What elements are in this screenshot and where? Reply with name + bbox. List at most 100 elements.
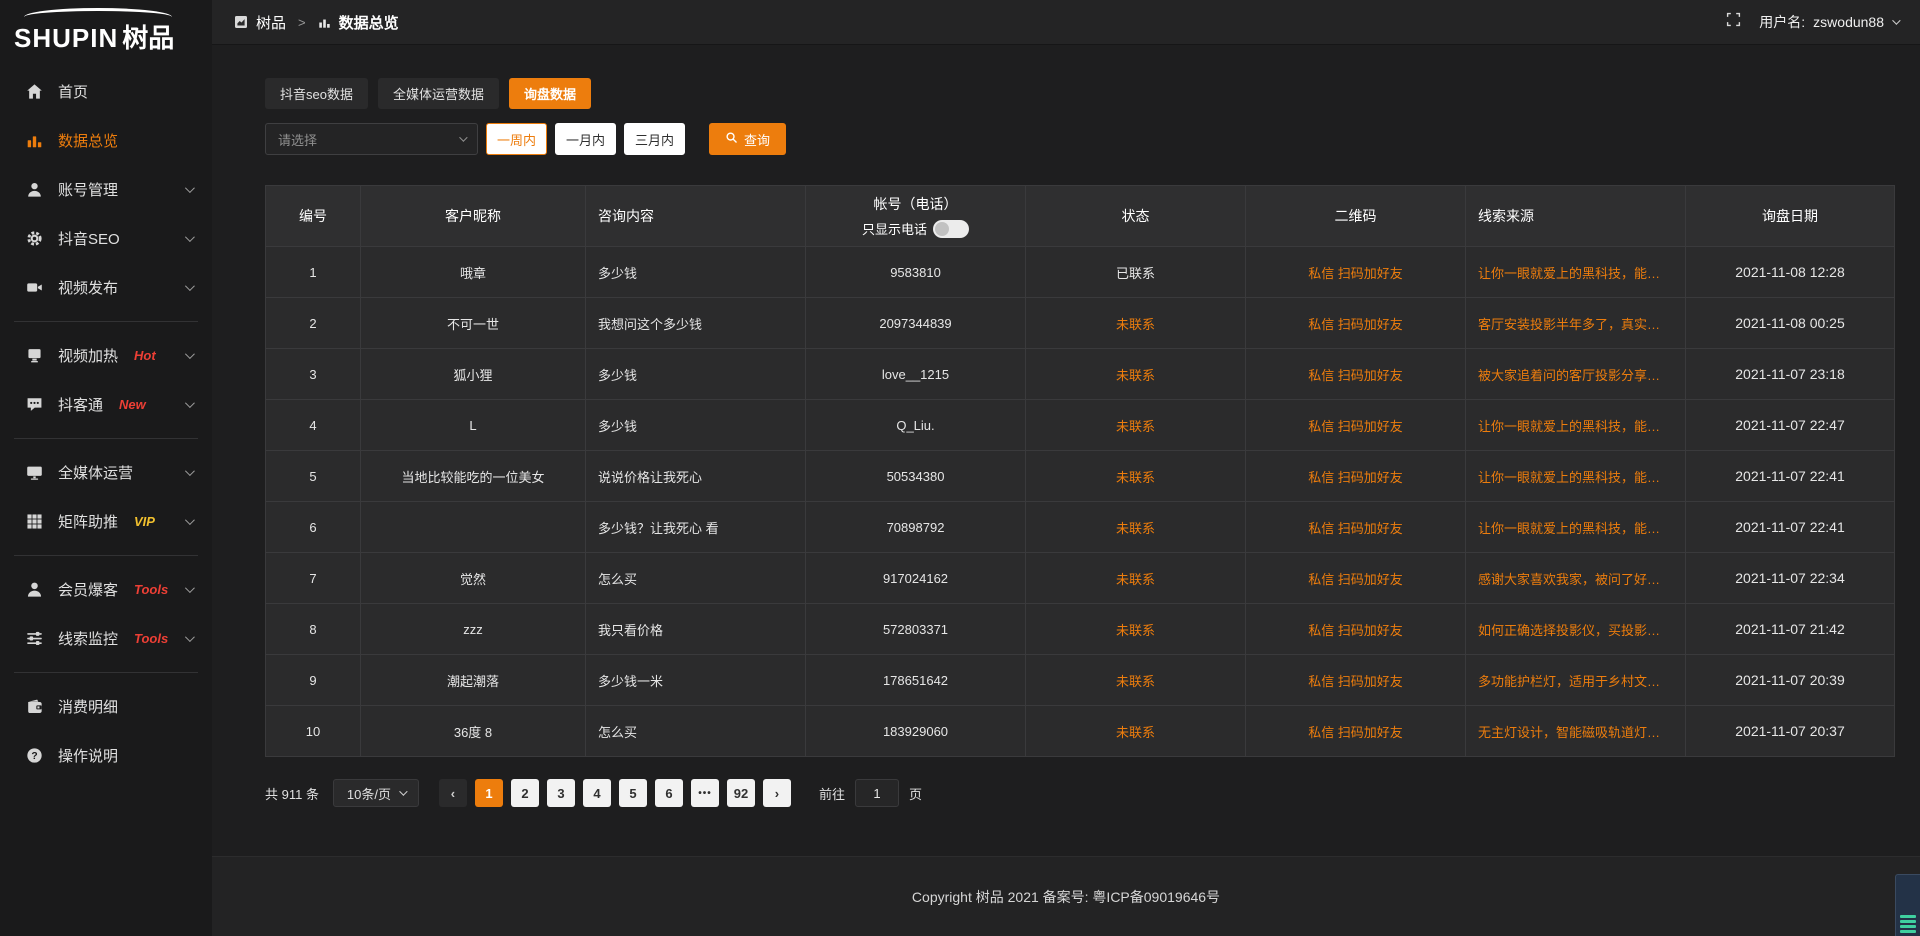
cell-source-link[interactable]: 如何正确选择投影仪，买投影… xyxy=(1466,604,1686,654)
page-size-select[interactable]: 10条/页 xyxy=(333,779,419,807)
sidebar-item-home[interactable]: 首页 xyxy=(0,67,212,116)
sidebar-item-spend-detail[interactable]: 消费明细 xyxy=(0,682,212,731)
cell-qrcode-link[interactable]: 私信 扫码加好友 xyxy=(1246,553,1466,603)
period-button-week[interactable]: 一周内 xyxy=(486,123,547,155)
page-button-1[interactable]: 1 xyxy=(475,779,503,807)
cell-status: 未联系 xyxy=(1026,502,1246,552)
cell-source-link[interactable]: 被大家追着问的客厅投影分享… xyxy=(1466,349,1686,399)
cell-id: 7 xyxy=(266,553,361,603)
cell-qrcode-link[interactable]: 私信 扫码加好友 xyxy=(1246,247,1466,297)
sidebar-item-matrix-boost[interactable]: 矩阵助推 VIP xyxy=(0,497,212,546)
cell-source-link[interactable]: 感谢大家喜欢我家，被问了好… xyxy=(1466,553,1686,603)
user-menu[interactable]: 用户名: zswodun88 xyxy=(1759,12,1898,32)
cell-source-link[interactable]: 让你一眼就爱上的黑科技，能… xyxy=(1466,451,1686,501)
hot-badge: Hot xyxy=(134,348,156,363)
cell-content: 我想问这个多少钱 xyxy=(586,298,806,348)
sidebar-item-label: 会员爆客 xyxy=(58,579,118,600)
fullscreen-icon[interactable] xyxy=(1726,12,1741,32)
search-button[interactable]: 查询 xyxy=(709,123,786,155)
cell-id: 8 xyxy=(266,604,361,654)
question-circle-icon: ? xyxy=(26,747,43,764)
sidebar-item-account-mgmt[interactable]: 账号管理 xyxy=(0,165,212,214)
period-button-month[interactable]: 一月内 xyxy=(555,123,616,155)
cell-status: 未联系 xyxy=(1026,553,1246,603)
vip-badge: VIP xyxy=(134,514,155,529)
app-square-icon xyxy=(234,15,248,29)
cell-source-link[interactable]: 让你一眼就爱上的黑科技，能… xyxy=(1466,502,1686,552)
topbar: 树品 > 数据总览 用户名: zswodun88 xyxy=(212,0,1920,45)
cell-source-link[interactable]: 让你一眼就爱上的黑科技，能… xyxy=(1466,400,1686,450)
cell-qrcode-link[interactable]: 私信 扫码加好友 xyxy=(1246,604,1466,654)
cell-qrcode-link[interactable]: 私信 扫码加好友 xyxy=(1246,298,1466,348)
page-button-3[interactable]: 3 xyxy=(547,779,575,807)
chevron-down-icon xyxy=(185,232,195,242)
cell-source-link[interactable]: 让你一眼就爱上的黑科技，能… xyxy=(1466,247,1686,297)
page-button-92[interactable]: 92 xyxy=(727,779,755,807)
cell-id: 5 xyxy=(266,451,361,501)
table-row: 8 zzz 我只看价格 572803371 未联系 私信 扫码加好友 如何正确选… xyxy=(266,603,1894,654)
tab-omni-media-data[interactable]: 全媒体运营数据 xyxy=(378,78,499,109)
cell-qrcode-link[interactable]: 私信 扫码加好友 xyxy=(1246,655,1466,705)
prev-page-button[interactable]: ‹ xyxy=(439,779,467,807)
breadcrumb-root[interactable]: 树品 xyxy=(256,12,286,33)
sidebar-item-help[interactable]: ? 操作说明 xyxy=(0,731,212,780)
monitor-icon xyxy=(26,464,43,481)
cell-nickname: zzz xyxy=(361,604,586,654)
goto-page: 前往 页 xyxy=(819,779,922,807)
chevron-down-icon xyxy=(185,632,195,642)
cell-qrcode-link[interactable]: 私信 扫码加好友 xyxy=(1246,502,1466,552)
sidebar-item-data-overview[interactable]: 数据总览 xyxy=(0,116,212,165)
sidebar-item-douketong[interactable]: 抖客通 New xyxy=(0,380,212,429)
user-icon xyxy=(26,581,43,598)
table-row: 9 潮起潮落 多少钱一米 178651642 未联系 私信 扫码加好友 多功能护… xyxy=(266,654,1894,705)
phone-only-label: 只显示电话 xyxy=(862,219,927,238)
cell-date: 2021-11-07 20:37 xyxy=(1686,706,1894,756)
menu-divider xyxy=(14,672,198,673)
breadcrumb-separator: > xyxy=(298,15,306,30)
filter-select[interactable]: 请选择 xyxy=(265,123,478,155)
cell-content: 多少钱 xyxy=(586,400,806,450)
cell-qrcode-link[interactable]: 私信 扫码加好友 xyxy=(1246,349,1466,399)
gear-icon xyxy=(26,230,43,247)
logo-cn: 树品 xyxy=(122,23,174,53)
sidebar-item-video-publish[interactable]: 视频发布 xyxy=(0,263,212,312)
more-pages-button[interactable]: ••• xyxy=(691,779,719,807)
sidebar-item-lead-monitor[interactable]: 线索监控 Tools xyxy=(0,614,212,663)
cell-source-link[interactable]: 客厅安装投影半年多了，真实… xyxy=(1466,298,1686,348)
goto-unit: 页 xyxy=(909,784,922,803)
sidebar-item-label: 视频加热 xyxy=(58,345,118,366)
page-button-4[interactable]: 4 xyxy=(583,779,611,807)
cell-nickname: L xyxy=(361,400,586,450)
cell-status: 未联系 xyxy=(1026,604,1246,654)
corner-widget[interactable] xyxy=(1895,874,1920,936)
tab-douyin-seo-data[interactable]: 抖音seo数据 xyxy=(265,78,368,109)
goto-page-input[interactable] xyxy=(855,779,899,807)
total-count: 共 911 条 xyxy=(265,784,319,803)
sidebar-item-omni-media[interactable]: 全媒体运营 xyxy=(0,448,212,497)
period-button-quarter[interactable]: 三月内 xyxy=(624,123,685,155)
search-icon xyxy=(725,131,738,147)
cell-source-link[interactable]: 无主灯设计，智能磁吸轨道灯… xyxy=(1466,706,1686,756)
page-button-6[interactable]: 6 xyxy=(655,779,683,807)
cell-qrcode-link[interactable]: 私信 扫码加好友 xyxy=(1246,706,1466,756)
sidebar-item-member-baoke[interactable]: 会员爆客 Tools xyxy=(0,565,212,614)
cell-content: 多少钱 xyxy=(586,349,806,399)
sidebar: SHUPIN树品 首页 数据总览 账号管理 抖音SEO 视频发布 视频 xyxy=(0,0,212,936)
cell-source-link[interactable]: 多功能护栏灯，适用于乡村文… xyxy=(1466,655,1686,705)
sidebar-item-douyin-seo[interactable]: 抖音SEO xyxy=(0,214,212,263)
phone-only-toggle[interactable] xyxy=(933,220,969,238)
cell-qrcode-link[interactable]: 私信 扫码加好友 xyxy=(1246,400,1466,450)
page-button-2[interactable]: 2 xyxy=(511,779,539,807)
table-row: 7 觉然 怎么买 917024162 未联系 私信 扫码加好友 感谢大家喜欢我家… xyxy=(266,552,1894,603)
cell-qrcode-link[interactable]: 私信 扫码加好友 xyxy=(1246,451,1466,501)
svg-text:?: ? xyxy=(31,751,37,762)
sidebar-item-label: 视频发布 xyxy=(58,277,118,298)
tab-inquiry-data[interactable]: 询盘数据 xyxy=(509,78,591,109)
cell-nickname: 当地比较能吃的一位美女 xyxy=(361,451,586,501)
sidebar-item-video-heat[interactable]: 视频加热 Hot xyxy=(0,331,212,380)
next-page-button[interactable]: › xyxy=(763,779,791,807)
page-size-value: 10条/页 xyxy=(347,784,391,803)
page-button-5[interactable]: 5 xyxy=(619,779,647,807)
cell-date: 2021-11-07 21:42 xyxy=(1686,604,1894,654)
sidebar-item-label: 账号管理 xyxy=(58,179,118,200)
